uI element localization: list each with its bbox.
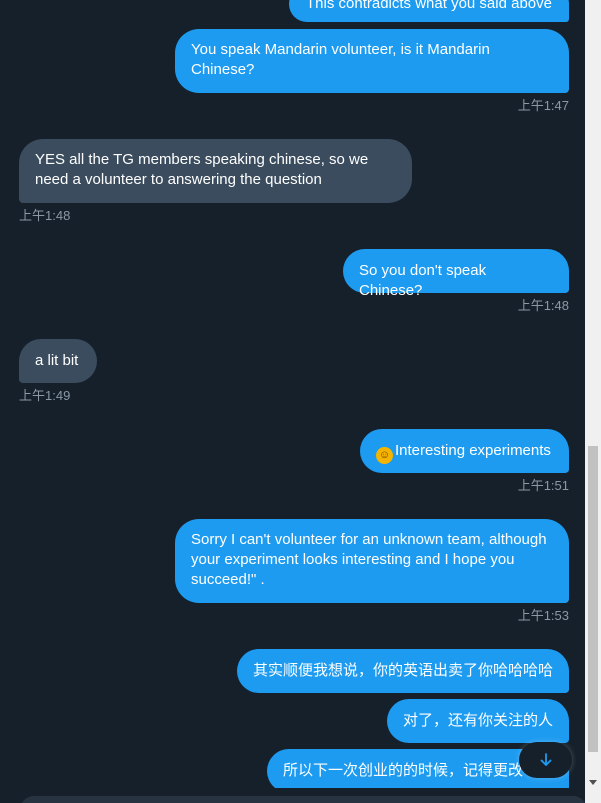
message-text: 其实顺便我想说，你的英语出卖了你哈哈哈哈 (253, 662, 554, 679)
message-input[interactable] (20, 796, 585, 803)
message-timestamp: 上午1:48 (19, 208, 71, 223)
message-text: a lit bit (35, 352, 79, 369)
message-bubble-outgoing[interactable]: So you don't speak Chinese? (343, 249, 569, 299)
conversation-panel[interactable]: This contradicts what you said above You… (2, 0, 585, 803)
vertical-scrollbar[interactable] (585, 0, 601, 803)
message-bubble-outgoing[interactable]: 其实顺便我想说，你的英语出卖了你哈哈哈哈 (237, 649, 569, 693)
message-text: YES all the TG members speaking chinese,… (35, 151, 369, 188)
message-timestamp: 上午1:51 (517, 478, 569, 493)
message-bubble-outgoing[interactable]: This contradicts what you said above (289, 0, 569, 22)
scrollbar-thumb[interactable] (588, 446, 598, 752)
message-bubble-incoming[interactable]: YES all the TG members speaking chinese,… (19, 139, 412, 203)
message-text: Sorry I can't volunteer for an unknown t… (191, 531, 547, 588)
message-text: You speak Mandarin volunteer, is it Mand… (191, 41, 490, 78)
message-timestamp: 上午1:47 (517, 98, 569, 113)
message-text: 所以下一次创业的的时候，记得更改 (283, 762, 524, 779)
laughing-emoji-icon: ☺ (376, 447, 393, 464)
message-bubble-incoming[interactable]: a lit bit (19, 339, 97, 383)
message-timestamp: 上午1:48 (517, 298, 569, 313)
message-bubble-outgoing[interactable]: Sorry I can't volunteer for an unknown t… (175, 519, 569, 603)
message-text: This contradicts what you said above (306, 0, 552, 12)
message-text: So you don't speak Chinese? (359, 262, 487, 299)
message-timestamp: 上午1:53 (517, 608, 569, 623)
scrollbar-down-arrow-icon[interactable] (589, 780, 597, 785)
message-bubble-outgoing[interactable]: ☺ Interesting experiments (360, 429, 569, 473)
message-text: ☺ Interesting experiments (376, 441, 553, 464)
message-bubble-outgoing[interactable]: You speak Mandarin volunteer, is it Mand… (175, 29, 569, 93)
message-timestamp: 上午1:49 (19, 388, 71, 403)
message-text-content: Interesting experiments (395, 442, 551, 459)
scroll-to-bottom-button[interactable] (519, 742, 572, 778)
message-text: 对了，还有你关注的人 (403, 712, 554, 729)
arrow-down-icon (540, 753, 551, 766)
message-bubble-outgoing[interactable]: 对了，还有你关注的人 (387, 699, 569, 743)
